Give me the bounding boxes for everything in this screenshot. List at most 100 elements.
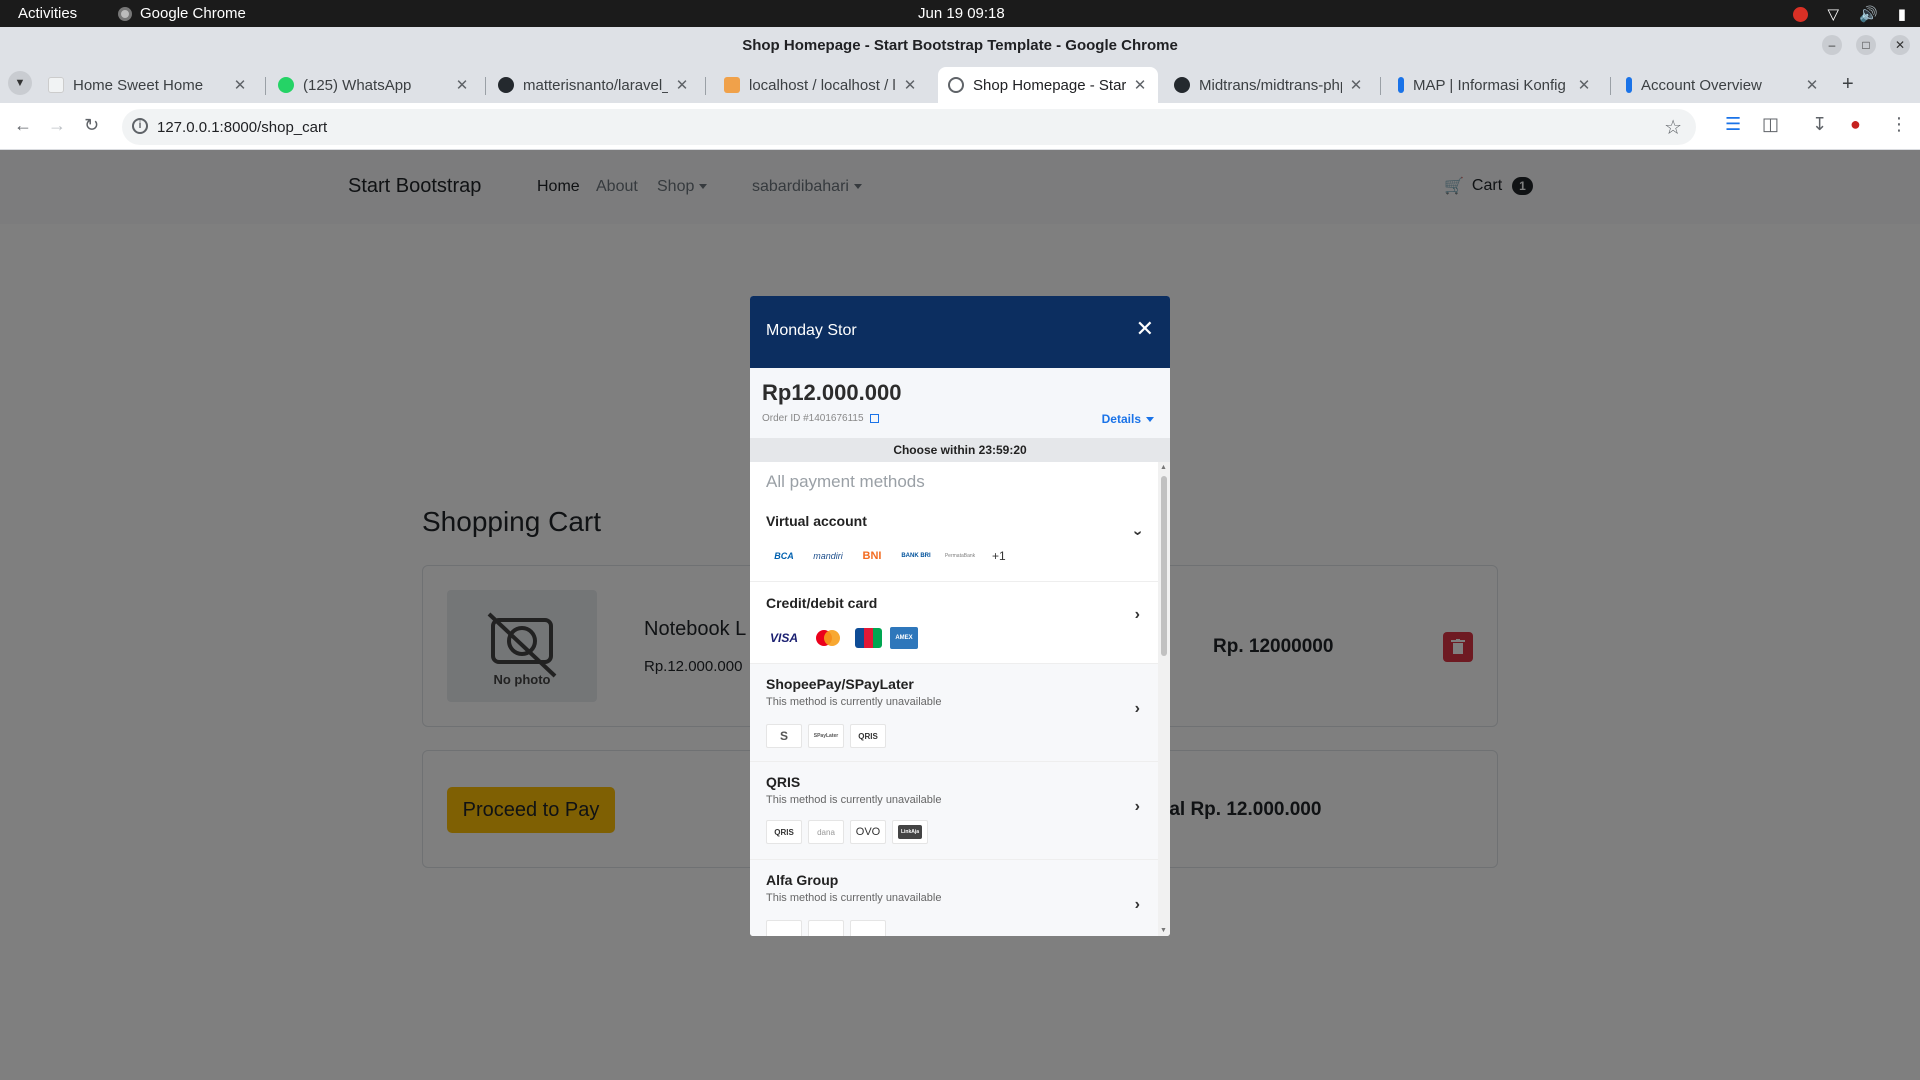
close-tab-icon[interactable]: ✕ (1804, 76, 1820, 94)
close-tab-icon[interactable]: ✕ (902, 76, 918, 94)
tab-home-sweet-home[interactable]: Home Sweet Home ✕ (38, 67, 258, 103)
tab-search-icon[interactable]: ▼ (8, 71, 32, 95)
forward-icon[interactable]: → (48, 115, 66, 136)
wifi-icon[interactable]: ▽ (1828, 5, 1840, 23)
method-name: Credit/debit card (766, 595, 878, 611)
activities-button[interactable]: Activities (18, 5, 77, 22)
chevron-right-icon: › (1134, 896, 1140, 913)
modal-header: Monday Stor ✕ (750, 296, 1170, 368)
scroll-up-icon[interactable]: ▲ (1160, 464, 1167, 471)
tab-whatsapp[interactable]: (125) WhatsApp ✕ (268, 67, 480, 103)
chrome-menu-icon[interactable]: ⋮ (1890, 114, 1908, 135)
bca-logo: BCA (774, 551, 794, 561)
app-menu[interactable]: Google Chrome (118, 5, 246, 22)
url-text[interactable]: 127.0.0.1:8000/shop_cart (157, 119, 327, 136)
chevron-right-icon: › (1134, 606, 1140, 623)
close-tab-icon[interactable]: ✕ (674, 76, 690, 94)
order-summary: Rp12.000.000 Order ID #1401676115 Detail… (750, 368, 1170, 438)
method-virtual-account[interactable]: Virtual account › BCA mandiri BNI BANK B… (750, 498, 1158, 582)
mastercard-icon (816, 630, 840, 646)
close-window-button[interactable]: ✕ (1890, 35, 1910, 55)
dana-logo: dana (808, 820, 844, 844)
scrollbar-thumb[interactable] (1161, 476, 1167, 656)
tab-phpmyadmin[interactable]: localhost / localhost / l ✕ (714, 67, 928, 103)
page-favicon-icon (48, 77, 64, 93)
download-icon[interactable]: ↧ (1812, 114, 1827, 135)
tab-midtrans-github[interactable]: Midtrans/midtrans-php ✕ (1164, 67, 1374, 103)
details-label: Details (1101, 412, 1141, 426)
qris-logo: QRIS (850, 724, 886, 748)
chevron-down-icon (1146, 417, 1154, 423)
copy-icon[interactable] (869, 414, 879, 423)
new-tab-button[interactable]: + (1842, 73, 1854, 96)
alfamidi-logo (808, 920, 844, 936)
profile-icon[interactable]: ● (1850, 114, 1861, 135)
close-tab-icon[interactable]: ✕ (232, 76, 248, 94)
battery-icon[interactable]: ▮ (1898, 5, 1906, 23)
reload-icon[interactable]: ↻ (84, 115, 99, 136)
tab-shop-homepage[interactable]: Shop Homepage - Start ✕ (938, 67, 1158, 103)
tab-map-informasi[interactable]: MAP | Informasi Konfig ✕ (1388, 67, 1602, 103)
app-name: Google Chrome (140, 5, 246, 22)
tab-strip: ▼ Home Sweet Home ✕ (125) WhatsApp ✕ mat… (0, 63, 1920, 103)
method-credit-card[interactable]: Credit/debit card › VISA AMEX (750, 582, 1158, 664)
linkaja-logo-text: LinkAja (897, 825, 923, 839)
tab-label: Shop Homepage - Start (973, 76, 1126, 94)
method-unavailable-note: This method is currently unavailable (766, 696, 942, 708)
address-bar[interactable]: i 127.0.0.1:8000/shop_cart ☆ (122, 109, 1696, 145)
method-shopeepay[interactable]: ShopeePay/SPayLater This method is curre… (750, 664, 1158, 762)
close-tab-icon[interactable]: ✕ (454, 76, 470, 94)
method-alfa-group[interactable]: Alfa Group This method is currently unav… (750, 860, 1158, 936)
close-icon[interactable]: ✕ (1136, 316, 1154, 342)
extensions-icon[interactable]: ◫ (1762, 114, 1779, 135)
close-tab-icon[interactable]: ✕ (1132, 76, 1148, 94)
merchant-name: Monday Stor (766, 322, 857, 339)
tab-github-laravel[interactable]: matterisnanto/laravel_ ✕ (488, 67, 700, 103)
whatsapp-icon (278, 77, 294, 93)
details-toggle[interactable]: Details (1102, 412, 1154, 426)
chevron-right-icon: › (1134, 798, 1140, 815)
tab-label: Account Overview (1641, 76, 1762, 94)
tab-account-overview[interactable]: Account Overview ✕ (1616, 67, 1830, 103)
method-name: ShopeePay/SPayLater (766, 676, 914, 692)
bookmark-star-icon[interactable]: ☆ (1664, 115, 1682, 140)
payment-methods-list: All payment methods Virtual account › BC… (750, 462, 1158, 936)
mandiri-logo: mandiri (813, 551, 843, 561)
qris-logo: QRIS (766, 820, 802, 844)
permata-logo: PermataBank (944, 553, 976, 559)
chevron-down-icon: › (1129, 530, 1147, 536)
close-tab-icon[interactable]: ✕ (1348, 76, 1364, 94)
method-qris[interactable]: QRIS This method is currently unavailabl… (750, 762, 1158, 860)
chevron-right-icon: › (1134, 700, 1140, 717)
back-icon[interactable]: ← (14, 115, 32, 136)
section-title: All payment methods (766, 472, 925, 491)
alfamart-logo (766, 920, 802, 936)
bni-logo: BNI (862, 550, 882, 562)
github-icon (1174, 77, 1190, 93)
tab-label: matterisnanto/laravel_ (523, 76, 668, 94)
tab-label: MAP | Informasi Konfig (1413, 76, 1566, 94)
github-icon (498, 77, 514, 93)
notification-icon[interactable] (1792, 6, 1808, 22)
globe-icon (948, 77, 964, 93)
maximize-button[interactable]: □ (1856, 35, 1876, 55)
minimize-button[interactable]: – (1822, 35, 1842, 55)
site-info-icon[interactable]: i (132, 118, 148, 134)
visa-logo: VISA (769, 631, 798, 645)
methods-scrollbar[interactable]: ▲ ▼ (1158, 462, 1170, 936)
tab-label: localhost / localhost / l (749, 76, 896, 94)
method-unavailable-note: This method is currently unavailable (766, 794, 942, 806)
jcb-logo (854, 626, 882, 650)
clock[interactable]: Jun 19 09:18 (918, 5, 1005, 22)
method-name: Virtual account (766, 513, 867, 529)
system-tray[interactable]: ▽ 🔊 ▮ (1792, 5, 1906, 23)
tab-label: Home Sweet Home (73, 76, 204, 94)
scroll-down-icon[interactable]: ▼ (1160, 927, 1167, 934)
volume-icon[interactable]: 🔊 (1859, 5, 1878, 23)
amex-logo: AMEX (890, 627, 918, 649)
more-banks-count: +1 (992, 549, 1006, 563)
close-tab-icon[interactable]: ✕ (1576, 76, 1592, 94)
order-amount: Rp12.000.000 (762, 380, 902, 405)
translate-icon[interactable]: ☰ (1725, 114, 1741, 135)
method-name: QRIS (766, 774, 801, 790)
